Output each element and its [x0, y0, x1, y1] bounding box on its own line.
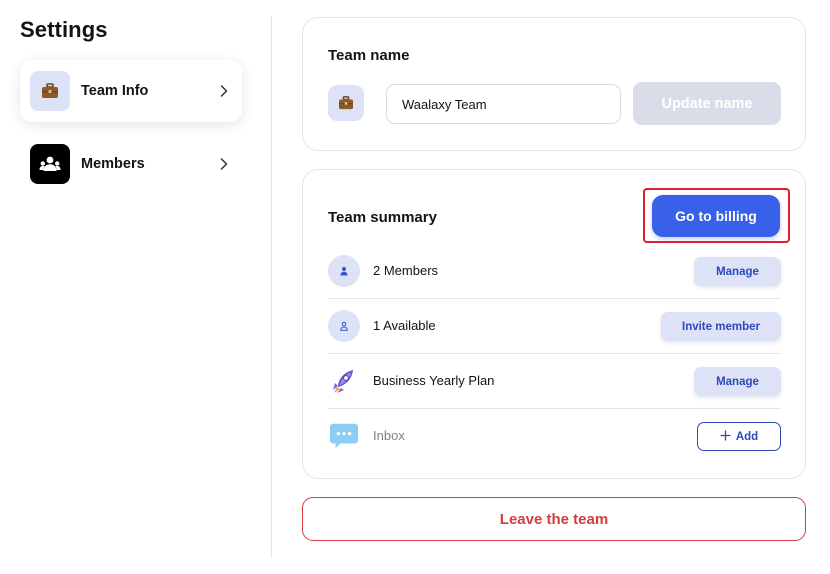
- briefcase-icon: [328, 85, 364, 121]
- chevron-right-icon: [218, 84, 230, 98]
- row-label: Business Yearly Plan: [373, 373, 495, 388]
- leave-team-button[interactable]: Leave the team: [302, 497, 806, 541]
- settings-title: Settings: [20, 17, 108, 42]
- team-summary-card: Team summary Go to billing 2 Members Man…: [302, 169, 806, 479]
- manage-plan-button[interactable]: Manage: [694, 367, 781, 396]
- summary-row-plan: Business Yearly Plan Manage: [328, 354, 781, 409]
- update-name-button[interactable]: Update name: [633, 82, 781, 125]
- plus-icon: [720, 429, 731, 444]
- chevron-right-icon: [218, 157, 230, 171]
- team-name-card: Team name Update name: [302, 17, 806, 151]
- summary-row-inbox: Inbox Add: [328, 409, 781, 464]
- invite-member-button[interactable]: Invite member: [661, 312, 781, 341]
- rocket-icon: [328, 365, 360, 397]
- person-outline-icon: [328, 310, 360, 342]
- team-summary-heading: Team summary: [328, 209, 437, 226]
- people-icon: [30, 144, 70, 184]
- row-label: Inbox: [373, 428, 405, 443]
- row-label: 1 Available: [373, 318, 436, 333]
- row-label: 2 Members: [373, 263, 439, 278]
- go-to-billing-button[interactable]: Go to billing: [652, 195, 780, 237]
- summary-row-available: 1 Available Invite member: [328, 299, 781, 354]
- settings-sidebar: Settings Team Info Members: [0, 0, 272, 574]
- person-icon: [328, 255, 360, 287]
- manage-members-button[interactable]: Manage: [694, 257, 781, 286]
- sidebar-divider: [271, 16, 272, 558]
- briefcase-icon: [30, 71, 70, 111]
- sidebar-item-team-info[interactable]: Team Info: [20, 60, 242, 122]
- add-label: Add: [735, 430, 759, 443]
- add-inbox-button[interactable]: Add: [697, 422, 781, 451]
- team-name-heading: Team name: [328, 47, 410, 64]
- team-name-input[interactable]: [386, 84, 621, 124]
- sidebar-item-label: Team Info: [81, 83, 149, 99]
- chat-bubble-icon: [328, 420, 360, 452]
- sidebar-item-label: Members: [81, 156, 145, 172]
- sidebar-item-members[interactable]: Members: [20, 133, 242, 195]
- summary-row-members: 2 Members Manage: [328, 244, 781, 299]
